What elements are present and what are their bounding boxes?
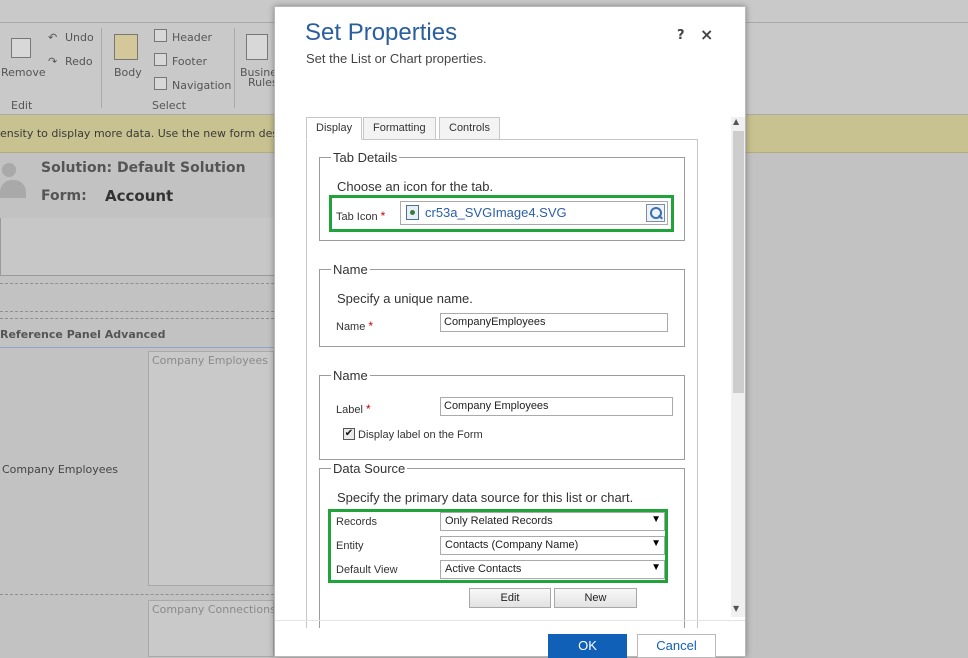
scroll-up-arrow-icon[interactable]: ▲ — [733, 117, 739, 126]
help-button[interactable]: ? — [677, 28, 685, 43]
records-value: Only Related Records — [445, 515, 553, 527]
required-icon: * — [380, 209, 386, 223]
lookup-search-icon[interactable] — [646, 204, 665, 222]
label-field-label: Label * — [336, 402, 371, 416]
section-title: Reference Panel Advanced — [0, 328, 166, 341]
navigation-icon — [154, 77, 167, 90]
footer-button[interactable]: Footer — [172, 55, 207, 68]
dialog-title: Set Properties — [305, 19, 458, 46]
data-source-legend: Data Source — [331, 461, 408, 476]
required-icon: * — [365, 402, 371, 416]
display-label-text: Display label on the Form — [358, 429, 483, 441]
avatar-icon — [2, 163, 16, 177]
label-legend: Name — [331, 368, 370, 383]
form-label: Form: — [41, 188, 87, 204]
tab-controls[interactable]: Controls — [439, 117, 500, 140]
edit-view-button[interactable]: Edit — [469, 588, 551, 608]
label-input[interactable]: Company Employees — [440, 397, 673, 416]
redo-icon: ↷ — [48, 55, 58, 68]
scroll-down-arrow-icon[interactable]: ▼ — [733, 604, 739, 613]
body-button[interactable]: Body — [114, 66, 142, 79]
remove-icon — [11, 38, 31, 58]
default-view-select[interactable]: Active Contacts ▼ — [440, 560, 665, 579]
tab-display[interactable]: Display — [306, 117, 363, 140]
close-button[interactable]: × — [700, 25, 713, 44]
dropdown-arrow-icon: ▼ — [651, 514, 661, 525]
name-input[interactable]: CompanyEmployees — [440, 313, 668, 332]
name-field-label: Name * — [336, 319, 374, 333]
dashed-divider — [0, 594, 274, 595]
tab-details-description: Choose an icon for the tab. — [337, 179, 494, 194]
dashed-divider — [0, 283, 274, 284]
tab-details-legend: Tab Details — [331, 150, 400, 165]
dialog-subtitle: Set the List or Chart properties. — [306, 51, 487, 66]
name-description: Specify a unique name. — [337, 291, 473, 306]
scrollbar-thumb[interactable] — [733, 131, 744, 393]
cancel-button[interactable]: Cancel — [637, 634, 716, 658]
entity-value: Contacts (Company Name) — [445, 539, 579, 551]
display-label-checkbox[interactable]: ✔ — [343, 428, 355, 440]
header-button[interactable]: Header — [172, 31, 212, 44]
name-fieldset — [319, 269, 685, 347]
footer-icon — [154, 53, 167, 66]
subgrid-field-label: Company Employees — [2, 463, 119, 476]
subgrid-title: Company Employees — [152, 354, 269, 367]
navigation-button[interactable]: Navigation — [172, 79, 231, 92]
set-properties-dialog: Set Properties Set the List or Chart pro… — [274, 6, 746, 658]
new-view-button[interactable]: New — [554, 588, 637, 608]
ok-button[interactable]: OK — [548, 634, 627, 658]
form-name: Account — [105, 187, 174, 205]
label-fieldset — [319, 375, 685, 460]
avatar-icon-body — [0, 180, 26, 198]
records-select[interactable]: Only Related Records ▼ — [440, 512, 665, 531]
records-label: Records — [336, 516, 377, 528]
remove-button[interactable]: Remove — [1, 66, 46, 79]
section-underline — [0, 347, 274, 348]
default-view-label: Default View — [336, 564, 398, 576]
required-icon: * — [368, 319, 374, 333]
dropdown-arrow-icon: ▼ — [651, 538, 661, 549]
tab-icon-value-link[interactable]: cr53a_SVGImage4.SVG — [425, 205, 567, 220]
edit-group-label: Edit — [11, 99, 33, 112]
redo-button[interactable]: Redo — [65, 55, 93, 68]
header-panel — [0, 218, 274, 276]
entity-label: Entity — [336, 540, 364, 552]
subgrid-title: Company Connections — [152, 603, 276, 616]
name-legend: Name — [331, 262, 370, 277]
footer-divider — [275, 620, 745, 621]
dashed-divider — [0, 318, 274, 319]
ribbon-separator — [101, 28, 102, 108]
header-icon — [154, 29, 167, 42]
undo-icon: ↶ — [48, 31, 58, 44]
notification-text: ensity to display more data. Use the new… — [0, 127, 315, 140]
entity-select[interactable]: Contacts (Company Name) ▼ — [440, 536, 665, 555]
tab-formatting[interactable]: Formatting — [363, 117, 436, 140]
tab-icon-label: Tab Icon * — [336, 209, 386, 223]
undo-button[interactable]: Undo — [65, 31, 94, 44]
data-source-description: Specify the primary data source for this… — [337, 490, 634, 505]
body-icon — [114, 34, 138, 60]
tab-icon-lookup[interactable]: cr53a_SVGImage4.SVG — [400, 201, 668, 225]
select-group-label: Select — [152, 99, 186, 112]
subgrid-company-connections[interactable]: Company Connections — [148, 600, 276, 657]
default-view-value: Active Contacts — [445, 563, 522, 575]
dropdown-arrow-icon: ▼ — [651, 562, 661, 573]
ribbon-separator — [234, 28, 235, 108]
svg-file-icon — [406, 205, 419, 220]
solution-label: Solution: Default Solution — [41, 160, 246, 176]
dashed-divider — [0, 311, 274, 312]
business-rules-icon — [246, 34, 268, 60]
subgrid-company-employees[interactable]: Company Employees — [148, 351, 274, 586]
